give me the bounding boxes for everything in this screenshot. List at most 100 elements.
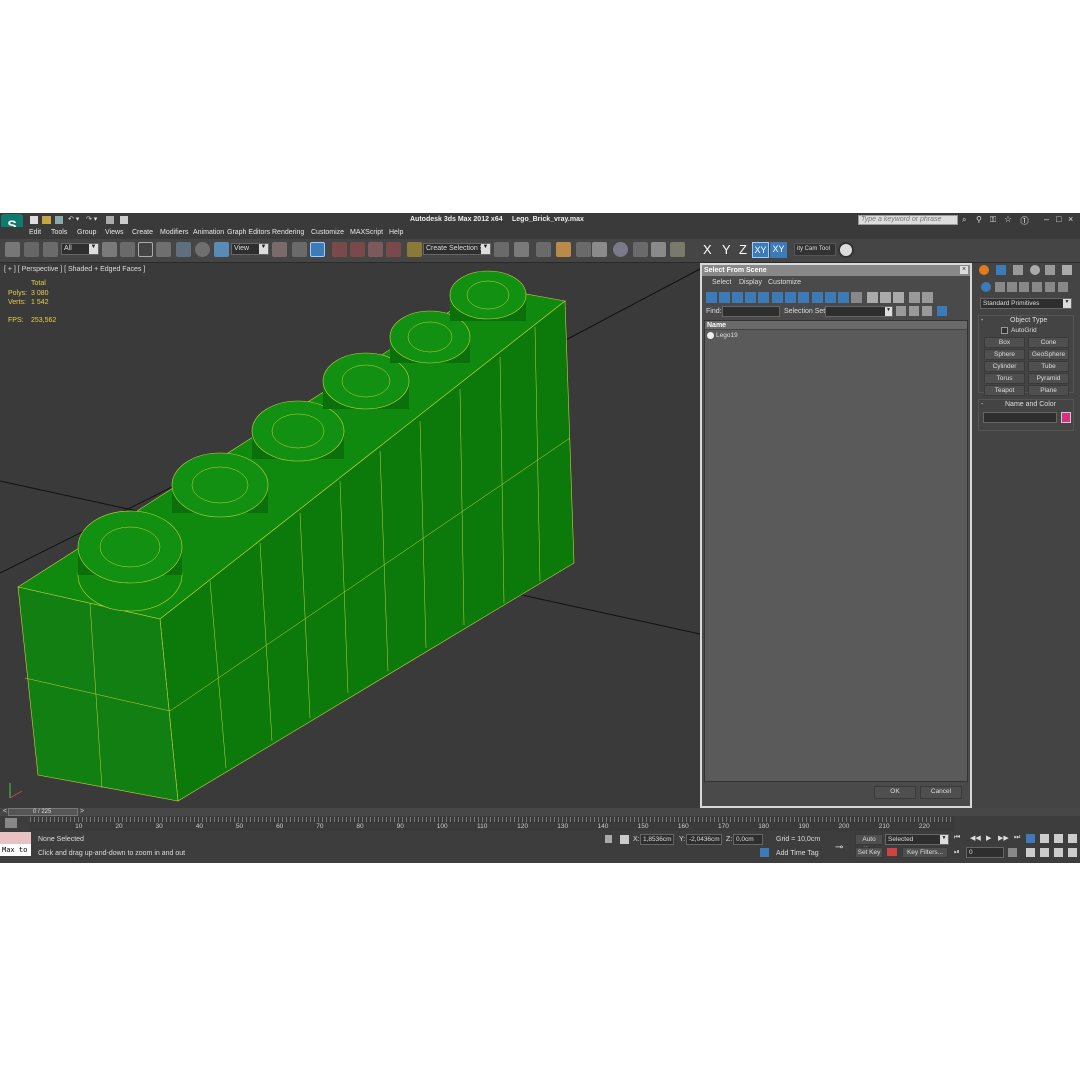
render-setup-icon[interactable] — [633, 242, 648, 257]
auto-key-button[interactable]: Auto Key — [855, 834, 883, 853]
display-groups-icon[interactable] — [785, 292, 796, 303]
modify-tab-icon[interactable] — [996, 265, 1006, 275]
display-lights-icon[interactable] — [732, 292, 743, 303]
rendered-frame-window-icon[interactable] — [651, 242, 666, 257]
mirror-icon[interactable] — [494, 242, 509, 257]
select-and-move-icon[interactable] — [176, 242, 191, 257]
axis-xy-cycle-button[interactable]: XY — [770, 242, 787, 258]
axis-x-button[interactable]: X — [703, 242, 712, 257]
wheel-icon[interactable] — [838, 242, 854, 258]
cone-button[interactable]: Cone — [1028, 337, 1069, 348]
viewport-label[interactable]: [ + ] [ Perspective ] [ Shaded + Edged F… — [4, 266, 145, 273]
filter-options-icon[interactable] — [922, 292, 933, 303]
project-folder-icon[interactable] — [106, 216, 114, 224]
subscription-icon[interactable]: ⚿ — [990, 215, 996, 225]
rollout-collapse-icon[interactable]: - — [981, 401, 983, 408]
rollout-collapse-icon[interactable]: - — [981, 317, 983, 324]
communication-center-icon[interactable]: ⚲ — [976, 215, 982, 224]
snaps-toggle-icon[interactable] — [332, 242, 347, 257]
utilities-tab-icon[interactable] — [1062, 265, 1072, 275]
y-coord-field[interactable]: -2,0436cm — [686, 834, 722, 845]
select-dependents-icon[interactable] — [937, 306, 947, 316]
absolute-mode-icon[interactable] — [620, 835, 629, 844]
find-input[interactable] — [722, 306, 780, 317]
geometry-category-icon[interactable] — [981, 282, 991, 292]
systems-category-icon[interactable] — [1058, 282, 1068, 292]
teapot-button[interactable]: Teapot — [984, 385, 1025, 396]
display-cameras-icon[interactable] — [745, 292, 756, 303]
tube-button[interactable]: Tube — [1028, 361, 1069, 372]
helpers-category-icon[interactable] — [1032, 282, 1042, 292]
cancel-button[interactable]: Cancel — [920, 786, 962, 799]
scene-object-list[interactable]: Name Lego19 — [704, 320, 968, 782]
display-geometry-icon[interactable] — [706, 292, 717, 303]
redo-icon[interactable]: ↷ ▾ — [86, 215, 97, 223]
help-icon[interactable]: ⓵ — [1020, 214, 1029, 227]
menu-create[interactable]: Create — [132, 229, 153, 236]
graphite-modeling-icon[interactable] — [556, 242, 571, 257]
previous-frame-icon[interactable]: ◀◀ — [970, 834, 981, 842]
minimize-icon[interactable]: – — [1044, 214, 1049, 224]
torus-button[interactable]: Torus — [984, 373, 1025, 384]
dialog-menu-select[interactable]: Select — [712, 279, 731, 286]
display-hidden-icon[interactable] — [851, 292, 862, 303]
pivot-center-icon[interactable] — [272, 242, 287, 257]
ok-button[interactable]: OK — [874, 786, 916, 799]
select-none-icon[interactable] — [880, 292, 891, 303]
cam-tool-field[interactable]: ity Cam Tool — [794, 243, 836, 256]
set-key-icon[interactable]: ⊸ — [835, 842, 843, 853]
key-mode-toggle-icon[interactable]: ⏯ — [954, 849, 960, 857]
sync-selection-icon[interactable] — [896, 306, 906, 316]
dialog-menu-customize[interactable]: Customize — [768, 279, 801, 286]
go-to-start-icon[interactable]: ⏮ — [954, 834, 960, 842]
filter-icon[interactable] — [909, 292, 920, 303]
dialog-menu-display[interactable]: Display — [739, 279, 762, 286]
selection-set-dropdown[interactable]: ▼ — [825, 306, 893, 317]
display-space-warps-icon[interactable] — [772, 292, 783, 303]
maximize-viewport-icon[interactable] — [1068, 848, 1077, 857]
space-warps-category-icon[interactable] — [1045, 282, 1055, 292]
spinner-snap-icon[interactable] — [386, 242, 401, 257]
bind-space-warp-icon[interactable] — [43, 242, 58, 257]
lights-category-icon[interactable] — [1007, 282, 1017, 292]
autogrid-checkbox[interactable] — [1001, 327, 1008, 334]
menu-rendering[interactable]: Rendering — [272, 229, 304, 236]
viewport-canvas[interactable] — [0, 263, 700, 808]
current-frame-field[interactable]: 0 — [966, 847, 1004, 858]
play-icon[interactable]: ▶ — [986, 834, 991, 842]
key-filters-button[interactable]: Key Filters... — [902, 847, 948, 858]
set-key-button[interactable]: Set Key — [855, 847, 883, 858]
display-containers-icon[interactable] — [825, 292, 836, 303]
key-mode-dropdown[interactable]: Selected ▼ — [885, 834, 949, 845]
maxscript-listener-mini[interactable] — [0, 832, 31, 844]
display-tab-icon[interactable] — [1045, 265, 1055, 275]
manipulate-icon[interactable] — [292, 242, 307, 257]
time-slider[interactable]: < 0 / 225 > — [0, 808, 1080, 816]
pan-view-icon[interactable] — [1040, 848, 1049, 857]
mini-curve-editor-icon[interactable] — [5, 818, 17, 828]
binoculars-icon[interactable]: ⌕ — [962, 215, 966, 225]
undo-icon[interactable]: ↶ ▾ — [68, 215, 79, 223]
time-configuration-icon[interactable] — [1008, 848, 1017, 857]
selection-lock-icon[interactable] — [605, 835, 612, 843]
material-editor-icon[interactable] — [613, 242, 628, 257]
object-color-swatch[interactable] — [1061, 412, 1071, 423]
select-by-name-icon[interactable] — [120, 242, 135, 257]
angle-snap-icon[interactable] — [350, 242, 365, 257]
align-icon[interactable] — [514, 242, 529, 257]
object-type-header[interactable]: Object Type — [1010, 317, 1047, 324]
axis-xy-button[interactable]: XY — [752, 242, 769, 258]
menu-views[interactable]: Views — [105, 229, 124, 236]
motion-tab-icon[interactable] — [1030, 265, 1040, 275]
unlink-icon[interactable] — [24, 242, 39, 257]
go-to-end-icon[interactable]: ⏭ — [1014, 834, 1020, 842]
time-tag-icon[interactable] — [760, 848, 769, 857]
create-tab-icon[interactable] — [979, 265, 989, 275]
maximize-icon[interactable]: □ — [1056, 214, 1061, 224]
dialog-title-bar[interactable]: Select From Scene × — [702, 265, 970, 276]
list-item[interactable]: Lego19 — [705, 331, 967, 340]
menu-help[interactable]: Help — [389, 229, 403, 236]
select-and-rotate-icon[interactable] — [195, 242, 210, 257]
open-folder-icon[interactable] — [42, 216, 51, 224]
window-crossing-icon[interactable] — [156, 242, 171, 257]
